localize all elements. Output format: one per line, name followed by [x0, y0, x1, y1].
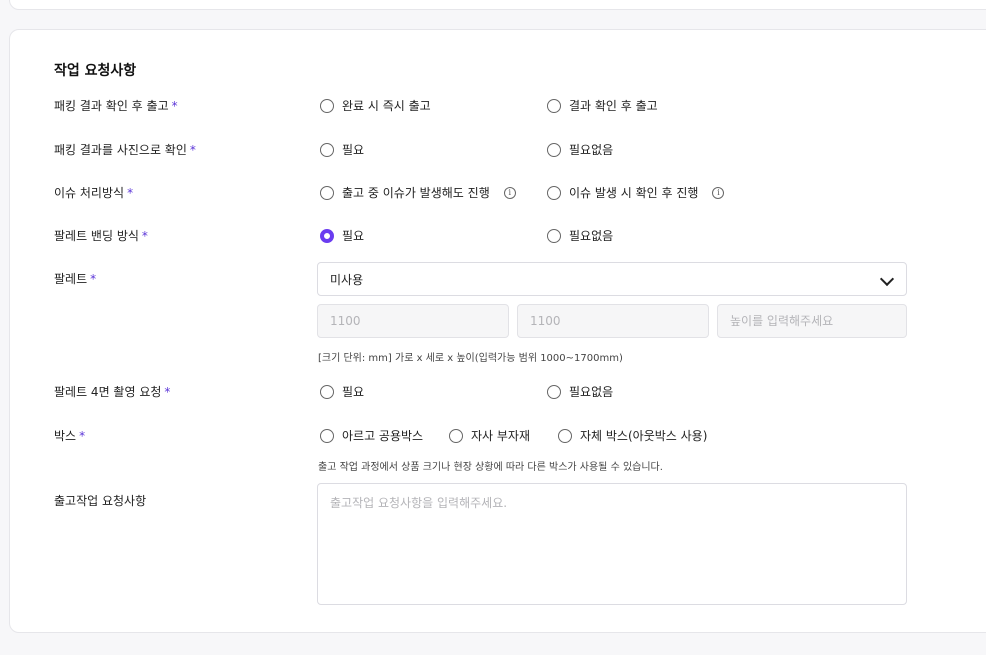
packing-release-label-text: 패킹 결과 확인 후 출고: [54, 99, 169, 113]
radio-checked-icon[interactable]: [320, 228, 334, 243]
box-option-custom-box[interactable]: 자체 박스(아웃박스 사용): [558, 427, 707, 444]
required-mark: *: [90, 272, 97, 286]
option-label: 필요: [342, 385, 365, 399]
radio-icon[interactable]: [547, 228, 561, 243]
memo-label: 출고작업 요청사항: [54, 494, 147, 508]
option-label: 자체 박스(아웃박스 사용): [580, 429, 708, 443]
packing-photo-label: 패킹 결과를 사진으로 확인 *: [54, 141, 196, 158]
option-label: 필요: [342, 229, 365, 243]
issue-handling-label: 이슈 처리방식 *: [54, 184, 133, 201]
option-label: 출고 중 이슈가 발생해도 진행: [342, 186, 490, 200]
required-mark: *: [189, 143, 196, 157]
radio-icon[interactable]: [547, 98, 561, 113]
radio-icon[interactable]: [547, 142, 561, 157]
pallet-width-input[interactable]: [317, 304, 509, 338]
radio-icon[interactable]: [320, 384, 334, 399]
issue-handling-option-confirm[interactable]: 이슈 발생 시 확인 후 진행 i: [547, 184, 725, 201]
packing-photo-option-needed[interactable]: 필요: [320, 141, 364, 158]
previous-card: [9, 0, 986, 10]
option-label: 필요없음: [569, 229, 614, 243]
option-label: 완료 시 즉시 출고: [342, 99, 431, 113]
info-icon[interactable]: i: [503, 186, 516, 199]
option-label: 이슈 발생 시 확인 후 진행: [569, 186, 699, 200]
radio-icon[interactable]: [449, 428, 463, 443]
option-label: 아르고 공용박스: [342, 429, 424, 443]
radio-icon[interactable]: [320, 98, 334, 113]
required-mark: *: [141, 229, 148, 243]
packing-photo-label-text: 패킹 결과를 사진으로 확인: [54, 143, 187, 157]
info-icon[interactable]: i: [712, 186, 725, 199]
pallet-photo-label-text: 팔레트 4면 촬영 요청: [54, 385, 162, 399]
option-label: 필요: [342, 143, 365, 157]
memo-textarea[interactable]: [317, 483, 907, 605]
packing-photo-option-not-needed[interactable]: 필요없음: [547, 141, 613, 158]
pallet-photo-option-needed[interactable]: 필요: [320, 383, 364, 400]
pallet-banding-option-needed[interactable]: 필요: [320, 227, 364, 244]
box-label: 박스 *: [54, 427, 85, 444]
pallet-select-value: 미사용: [330, 272, 364, 287]
radio-icon[interactable]: [320, 185, 334, 200]
packing-release-option-immediate[interactable]: 완료 시 즉시 출고: [320, 97, 431, 114]
pallet-select[interactable]: 미사용: [317, 262, 907, 296]
packing-release-label: 패킹 결과 확인 후 출고 *: [54, 97, 178, 114]
pallet-banding-label: 팔레트 밴딩 방식 *: [54, 227, 148, 244]
radio-icon[interactable]: [547, 384, 561, 399]
option-label: 결과 확인 후 출고: [569, 99, 658, 113]
pallet-size-hint: [크기 단위: mm] 가로 x 세로 x 높이(입력가능 범위 1000~17…: [318, 353, 623, 364]
radio-icon[interactable]: [320, 428, 334, 443]
required-mark: *: [164, 385, 171, 399]
box-option-argo-shared[interactable]: 아르고 공용박스: [320, 427, 423, 444]
section-title: 작업 요청사항: [54, 63, 137, 79]
packing-release-option-after-check[interactable]: 결과 확인 후 출고: [547, 97, 658, 114]
option-label: 필요없음: [569, 385, 614, 399]
pallet-label: 팔레트 *: [54, 270, 96, 287]
option-label: 자사 부자재: [471, 429, 531, 443]
required-mark: *: [127, 186, 134, 200]
pallet-banding-option-not-needed[interactable]: 필요없음: [547, 227, 613, 244]
work-request-card: 작업 요청사항 패킹 결과 확인 후 출고 * 완료 시 즉시 출고 결과 확인 …: [9, 29, 986, 633]
issue-handling-label-text: 이슈 처리방식: [54, 186, 125, 200]
required-mark: *: [171, 99, 178, 113]
radio-icon[interactable]: [320, 142, 334, 157]
option-label: 필요없음: [569, 143, 614, 157]
pallet-depth-input[interactable]: [517, 304, 709, 338]
box-option-own-material[interactable]: 자사 부자재: [449, 427, 530, 444]
box-label-text: 박스: [54, 429, 77, 443]
pallet-photo-option-not-needed[interactable]: 필요없음: [547, 383, 613, 400]
pallet-height-input[interactable]: [717, 304, 907, 338]
pallet-photo-label: 팔레트 4면 촬영 요청 *: [54, 383, 170, 400]
chevron-down-icon: [879, 271, 895, 287]
radio-icon[interactable]: [558, 428, 572, 443]
box-hint: 출고 작업 과정에서 상품 크기나 현장 상황에 따라 다른 박스가 사용될 수…: [318, 462, 663, 473]
issue-handling-option-proceed[interactable]: 출고 중 이슈가 발생해도 진행 i: [320, 184, 516, 201]
pallet-label-text: 팔레트: [54, 272, 88, 286]
radio-icon[interactable]: [547, 185, 561, 200]
pallet-banding-label-text: 팔레트 밴딩 방식: [54, 229, 139, 243]
required-mark: *: [79, 429, 86, 443]
